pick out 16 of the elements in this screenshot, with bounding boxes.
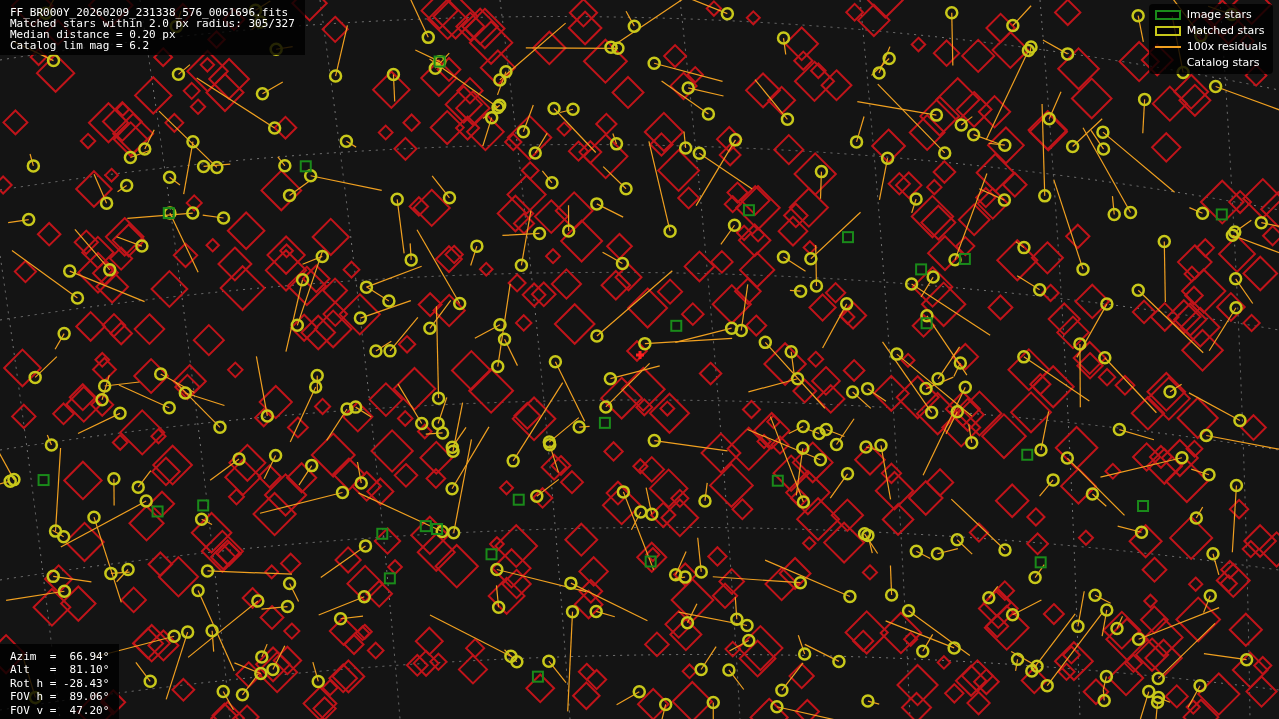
matched-star-swatch-icon: [1154, 26, 1181, 36]
pointing-text: Azim = 66.94°: [10, 649, 110, 663]
legend-label: Image stars: [1186, 6, 1252, 23]
pointing-text: FOV h = 89.06°: [10, 690, 110, 704]
info-text: Catalog lim mag = 6.2: [10, 40, 151, 51]
info-text: Median distance = 0.20 px: [10, 29, 176, 40]
pointing-text: Rot h = -28.43°: [10, 676, 110, 690]
info-text: FF_BR000Y_20260209_231338_576_0061696.fits: [10, 7, 290, 18]
pointing-text: FOV v = 47.20°: [10, 703, 110, 717]
legend-label: Matched stars: [1186, 22, 1265, 39]
residual-line-icon: [1154, 46, 1181, 48]
legend-label: Catalog stars: [1186, 54, 1260, 71]
pointing-text: Alt = 81.10°: [10, 663, 110, 677]
image-star-swatch-icon: [1154, 10, 1181, 20]
info-text: Matched stars within 2.0 px radius: 305/327: [10, 18, 295, 29]
legend-label: 100x residuals: [1186, 38, 1267, 55]
